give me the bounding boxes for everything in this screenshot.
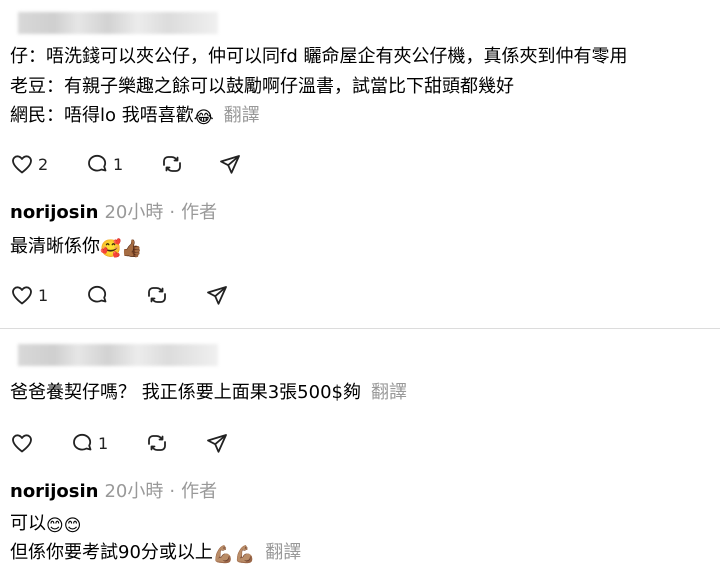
repost-button[interactable]: [145, 281, 169, 309]
comment-text: 網民：唔得lo 我唔喜歡: [10, 105, 194, 126]
translate-link[interactable]: 翻譯: [224, 105, 260, 126]
reply-text: 可以: [10, 513, 46, 534]
author-tag: 作者: [181, 202, 218, 223]
repost-icon: [163, 156, 181, 172]
like-count: 2: [38, 154, 49, 174]
like-count: 1: [38, 285, 49, 305]
comment-bubble-icon: [88, 285, 107, 303]
share-button[interactable]: [218, 150, 242, 178]
username[interactable]: norijosin: [10, 202, 98, 223]
comment-text-line: 網民：唔得lo 我唔喜歡😂 翻譯: [10, 105, 260, 128]
smiling-hearts-emoji-icon: 🥰: [100, 239, 122, 259]
reply-header: norijosin 20小時 · 作者: [10, 202, 217, 224]
send-icon: [220, 155, 240, 174]
reply-header: norijosin 20小時 · 作者: [10, 481, 217, 503]
repost-icon: [148, 435, 166, 451]
flexed-biceps-emoji-icon: 💪🏽💪🏽: [212, 545, 256, 565]
repost-button[interactable]: [160, 150, 184, 178]
comment-text-line: 仔：唔洗錢可以夾公仔，仲可以同fd 矖命屋企有夾公仔機，真係夾到仲有零用: [10, 46, 628, 67]
timestamp[interactable]: 20小時: [104, 202, 163, 223]
smiling-face-emoji-icon: 😊😊: [46, 516, 82, 536]
author-tag: 作者: [181, 481, 218, 502]
translate-link[interactable]: 翻譯: [371, 382, 407, 403]
like-button[interactable]: 1: [10, 281, 48, 309]
blurred-username: [18, 344, 218, 366]
blurred-username: [18, 12, 218, 34]
post-actions: 2 1: [0, 150, 300, 178]
meta-separator: ·: [169, 202, 176, 223]
reply-button[interactable]: 1: [85, 150, 123, 178]
reply-button[interactable]: [85, 281, 109, 309]
reply-text-line: 可以😊😊: [10, 513, 81, 536]
laughing-emoji-icon: 😂: [193, 108, 214, 128]
send-icon: [207, 434, 227, 453]
post-actions: 1: [0, 429, 300, 457]
comment-bubble-icon: [88, 154, 107, 172]
reply-text-line: 最清晰係你🥰👍🏾: [10, 236, 142, 259]
translate-link[interactable]: 翻譯: [265, 542, 301, 563]
thread-divider: [0, 328, 720, 329]
reply-text: 但係你要考試90分或以上: [10, 542, 213, 563]
thumbs-up-emoji-icon: 👍🏾: [121, 239, 143, 259]
username[interactable]: norijosin: [10, 481, 98, 502]
reply-text-line: 但係你要考試90分或以上💪🏽💪🏽 翻譯: [10, 542, 301, 565]
heart-icon: [12, 434, 32, 453]
reply-count: 1: [98, 433, 109, 453]
meta-separator: ·: [169, 481, 176, 502]
send-icon: [207, 286, 227, 305]
comment-text-line: 老豆：有親子樂趣之餘可以鼓勵啊仔溫書，試當比下甜頭都幾好: [10, 76, 514, 97]
reply-actions: 1: [0, 281, 300, 309]
reply-count: 1: [113, 154, 124, 174]
repost-button[interactable]: [145, 429, 169, 457]
heart-icon: [12, 286, 32, 305]
share-button[interactable]: [205, 429, 229, 457]
reply-button[interactable]: 1: [70, 429, 108, 457]
like-button[interactable]: [10, 429, 34, 457]
comment-text: 爸爸養契仔嗎？ 我正係要上面果3張500$夠: [10, 382, 361, 403]
heart-icon: [12, 155, 32, 174]
timestamp[interactable]: 20小時: [104, 481, 163, 502]
like-button[interactable]: 2: [10, 150, 48, 178]
comment-text-line: 爸爸養契仔嗎？ 我正係要上面果3張500$夠 翻譯: [10, 382, 407, 404]
reply-text: 最清晰係你: [10, 236, 100, 257]
comment-bubble-icon: [73, 433, 92, 451]
repost-icon: [148, 287, 166, 303]
share-button[interactable]: [205, 281, 229, 309]
